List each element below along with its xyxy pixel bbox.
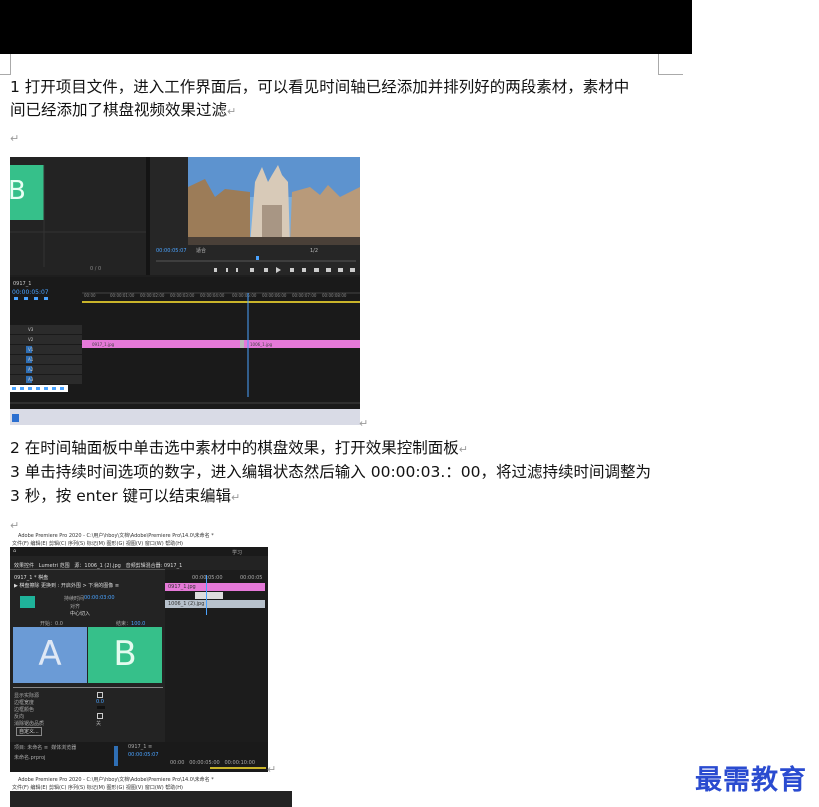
premiere-screenshot-effect-controls: Adobe Premiere Pro 2020 - C:\用户\hboy\文档\…	[10, 532, 268, 772]
duration-label: 持续时间	[64, 596, 85, 602]
svg-text:00:00:04:00: 00:00:04:00	[200, 293, 225, 298]
svg-text:V3: V3	[28, 327, 34, 332]
clip-top-label: 0917_1.jpg	[168, 584, 196, 590]
paragraph-1-line-1: 1 打开项目文件，进入工作界面后，可以看见时间轴已经添加并排列好的两段素材，素材…	[10, 78, 630, 96]
antialias-value[interactable]: 关	[96, 720, 101, 727]
svg-text:A1: A1	[28, 357, 34, 362]
project-tabs: 项目: 未命名 ≡ 媒体浏览器	[14, 745, 77, 751]
option-antialias: 消除锯齿品质	[14, 721, 45, 727]
svg-text:00:00:06:00: 00:00:06:00	[262, 293, 287, 298]
paragraph-3-line-2: 3 秒，按 enter 键可以结束编辑↵	[10, 487, 241, 505]
svg-text:00:00:05:07: 00:00:05:07	[156, 248, 187, 254]
svg-text:1/2: 1/2	[310, 248, 318, 254]
option-show-source: 显示实际源	[14, 693, 40, 699]
svg-text:1006_1.jpg: 1006_1.jpg	[250, 342, 273, 347]
right-margin	[692, 0, 819, 807]
clip-label: 0917_1 * 棋盘	[14, 575, 49, 581]
svg-text:00:00:05:07: 00:00:05:07	[12, 289, 49, 296]
duration-value[interactable]: 00:00:03:00	[84, 595, 115, 601]
svg-text:00:00:05:00: 00:00:05:00	[232, 293, 257, 298]
svg-text:00:00:03:00: 00:00:03:00	[170, 293, 195, 298]
playhead[interactable]	[206, 575, 207, 615]
corner-mark-right	[658, 54, 683, 75]
preview-letter-a: A	[38, 634, 62, 674]
svg-text:0917_1: 0917_1	[13, 281, 31, 287]
svg-text:00:00:01:00: 00:00:01:00	[110, 293, 135, 298]
svg-text:B: B	[10, 176, 26, 206]
workspace-bar	[10, 547, 268, 556]
svg-text:A2: A2	[28, 367, 34, 372]
paragraph-1-line-2: 间已经添加了棋盘视频效果过滤↵	[10, 101, 237, 119]
svg-text:00:00: 00:00	[84, 293, 96, 298]
return-mark: ↵	[359, 417, 369, 430]
effect-label: ▶ 棋盘擦除 更换到 : 开启外围 > 下滑的图像 ≡	[14, 583, 120, 589]
option-border-width: 边框宽度	[14, 700, 35, 706]
svg-text:00:00:08:00: 00:00:08:00	[322, 293, 347, 298]
menu-bar: 文件(F) 编辑(E) 剪辑(C) 序列(S) 标记(M) 图形(G) 视图(V…	[12, 541, 183, 547]
effect-thumbnail	[20, 596, 35, 608]
svg-text:V2: V2	[28, 337, 34, 342]
menu-bar: 文件(F) 编辑(E) 剪辑(C) 序列(S) 标记(M) 图形(G) 视图(V…	[12, 785, 183, 791]
sequence-tab[interactable]: 0917_1 ≡	[128, 744, 152, 750]
mini-timeline-time-2: 00:00:05	[240, 575, 263, 581]
align-select[interactable]: 中心切入	[70, 610, 90, 617]
paragraph-2: 2 在时间轴面板中单击选中素材中的棋盘效果，打开效果控制面板↵	[10, 439, 469, 457]
paragraph-3-line-1: 3 单击持续时间选项的数字，进入编辑状态然后输入 00:00:03.：00，将过…	[10, 463, 651, 481]
border-width-value[interactable]: 0.0	[96, 699, 104, 705]
panel-tabs: 效果控件 Lumetri 范围 源：1006_1 (2).jpg 音频剪辑混合器…	[14, 562, 182, 569]
sequence-timecode: 00:00:05:07	[128, 752, 159, 758]
align-label: 对齐	[70, 604, 81, 610]
end-label: 结束：100.0	[116, 621, 146, 627]
preview-letter-b: B	[113, 634, 137, 674]
corner-mark-left	[0, 54, 11, 75]
transition-block[interactable]	[195, 592, 223, 599]
watermark-logo: 最需教育	[695, 765, 807, 796]
clip-bottom-label: 1006_1 (2).jpg	[168, 601, 205, 607]
workspace-tab[interactable]: 学习	[232, 549, 242, 556]
bottom-timescale: 00:00 00:00:05:00 00:00:10:00	[170, 760, 256, 766]
start-label: 开始：0.0	[40, 621, 63, 627]
checkbox-show-source[interactable]	[97, 692, 103, 698]
svg-text:00:00:07:00: 00:00:07:00	[292, 293, 317, 298]
premiere-ui-graphic: B 00:00:05:07 适合 1/2 0 / 0 0917_1 00:00:…	[10, 157, 360, 425]
mini-timeline-time: 00:00:05:00	[192, 575, 223, 581]
svg-text:0917_1.jpg: 0917_1.jpg	[92, 342, 115, 347]
svg-text:V1: V1	[28, 347, 34, 352]
premiere-screenshot-next: Adobe Premiere Pro 2020 - C:\用户\hboy\文档\…	[10, 775, 292, 807]
window-title: Adobe Premiere Pro 2020 - C:\用户\hboy\文档\…	[18, 777, 214, 783]
home-icon[interactable]: ⌂	[13, 548, 16, 554]
svg-text:00:00:02:00: 00:00:02:00	[140, 293, 165, 298]
svg-text:适合: 适合	[196, 247, 206, 254]
option-border-color: 边框颜色	[14, 707, 35, 713]
custom-button[interactable]: 自定义...	[16, 727, 42, 736]
tool-strip[interactable]	[114, 746, 118, 766]
border-color-swatch[interactable]	[97, 706, 105, 709]
checkbox-reverse[interactable]	[97, 713, 103, 719]
window-title: Adobe Premiere Pro 2020 - C:\用户\hboy\文档\…	[18, 533, 214, 539]
project-file: 未命名.prproj	[14, 755, 46, 761]
return-mark: ↵	[10, 132, 20, 145]
svg-text:A3: A3	[28, 377, 34, 382]
svg-text:0 / 0: 0 / 0	[90, 266, 101, 272]
premiere-screenshot-timeline: B 00:00:05:07 适合 1/2 0 / 0 0917_1 00:00:…	[10, 157, 360, 425]
option-reverse: 反向	[14, 714, 25, 720]
